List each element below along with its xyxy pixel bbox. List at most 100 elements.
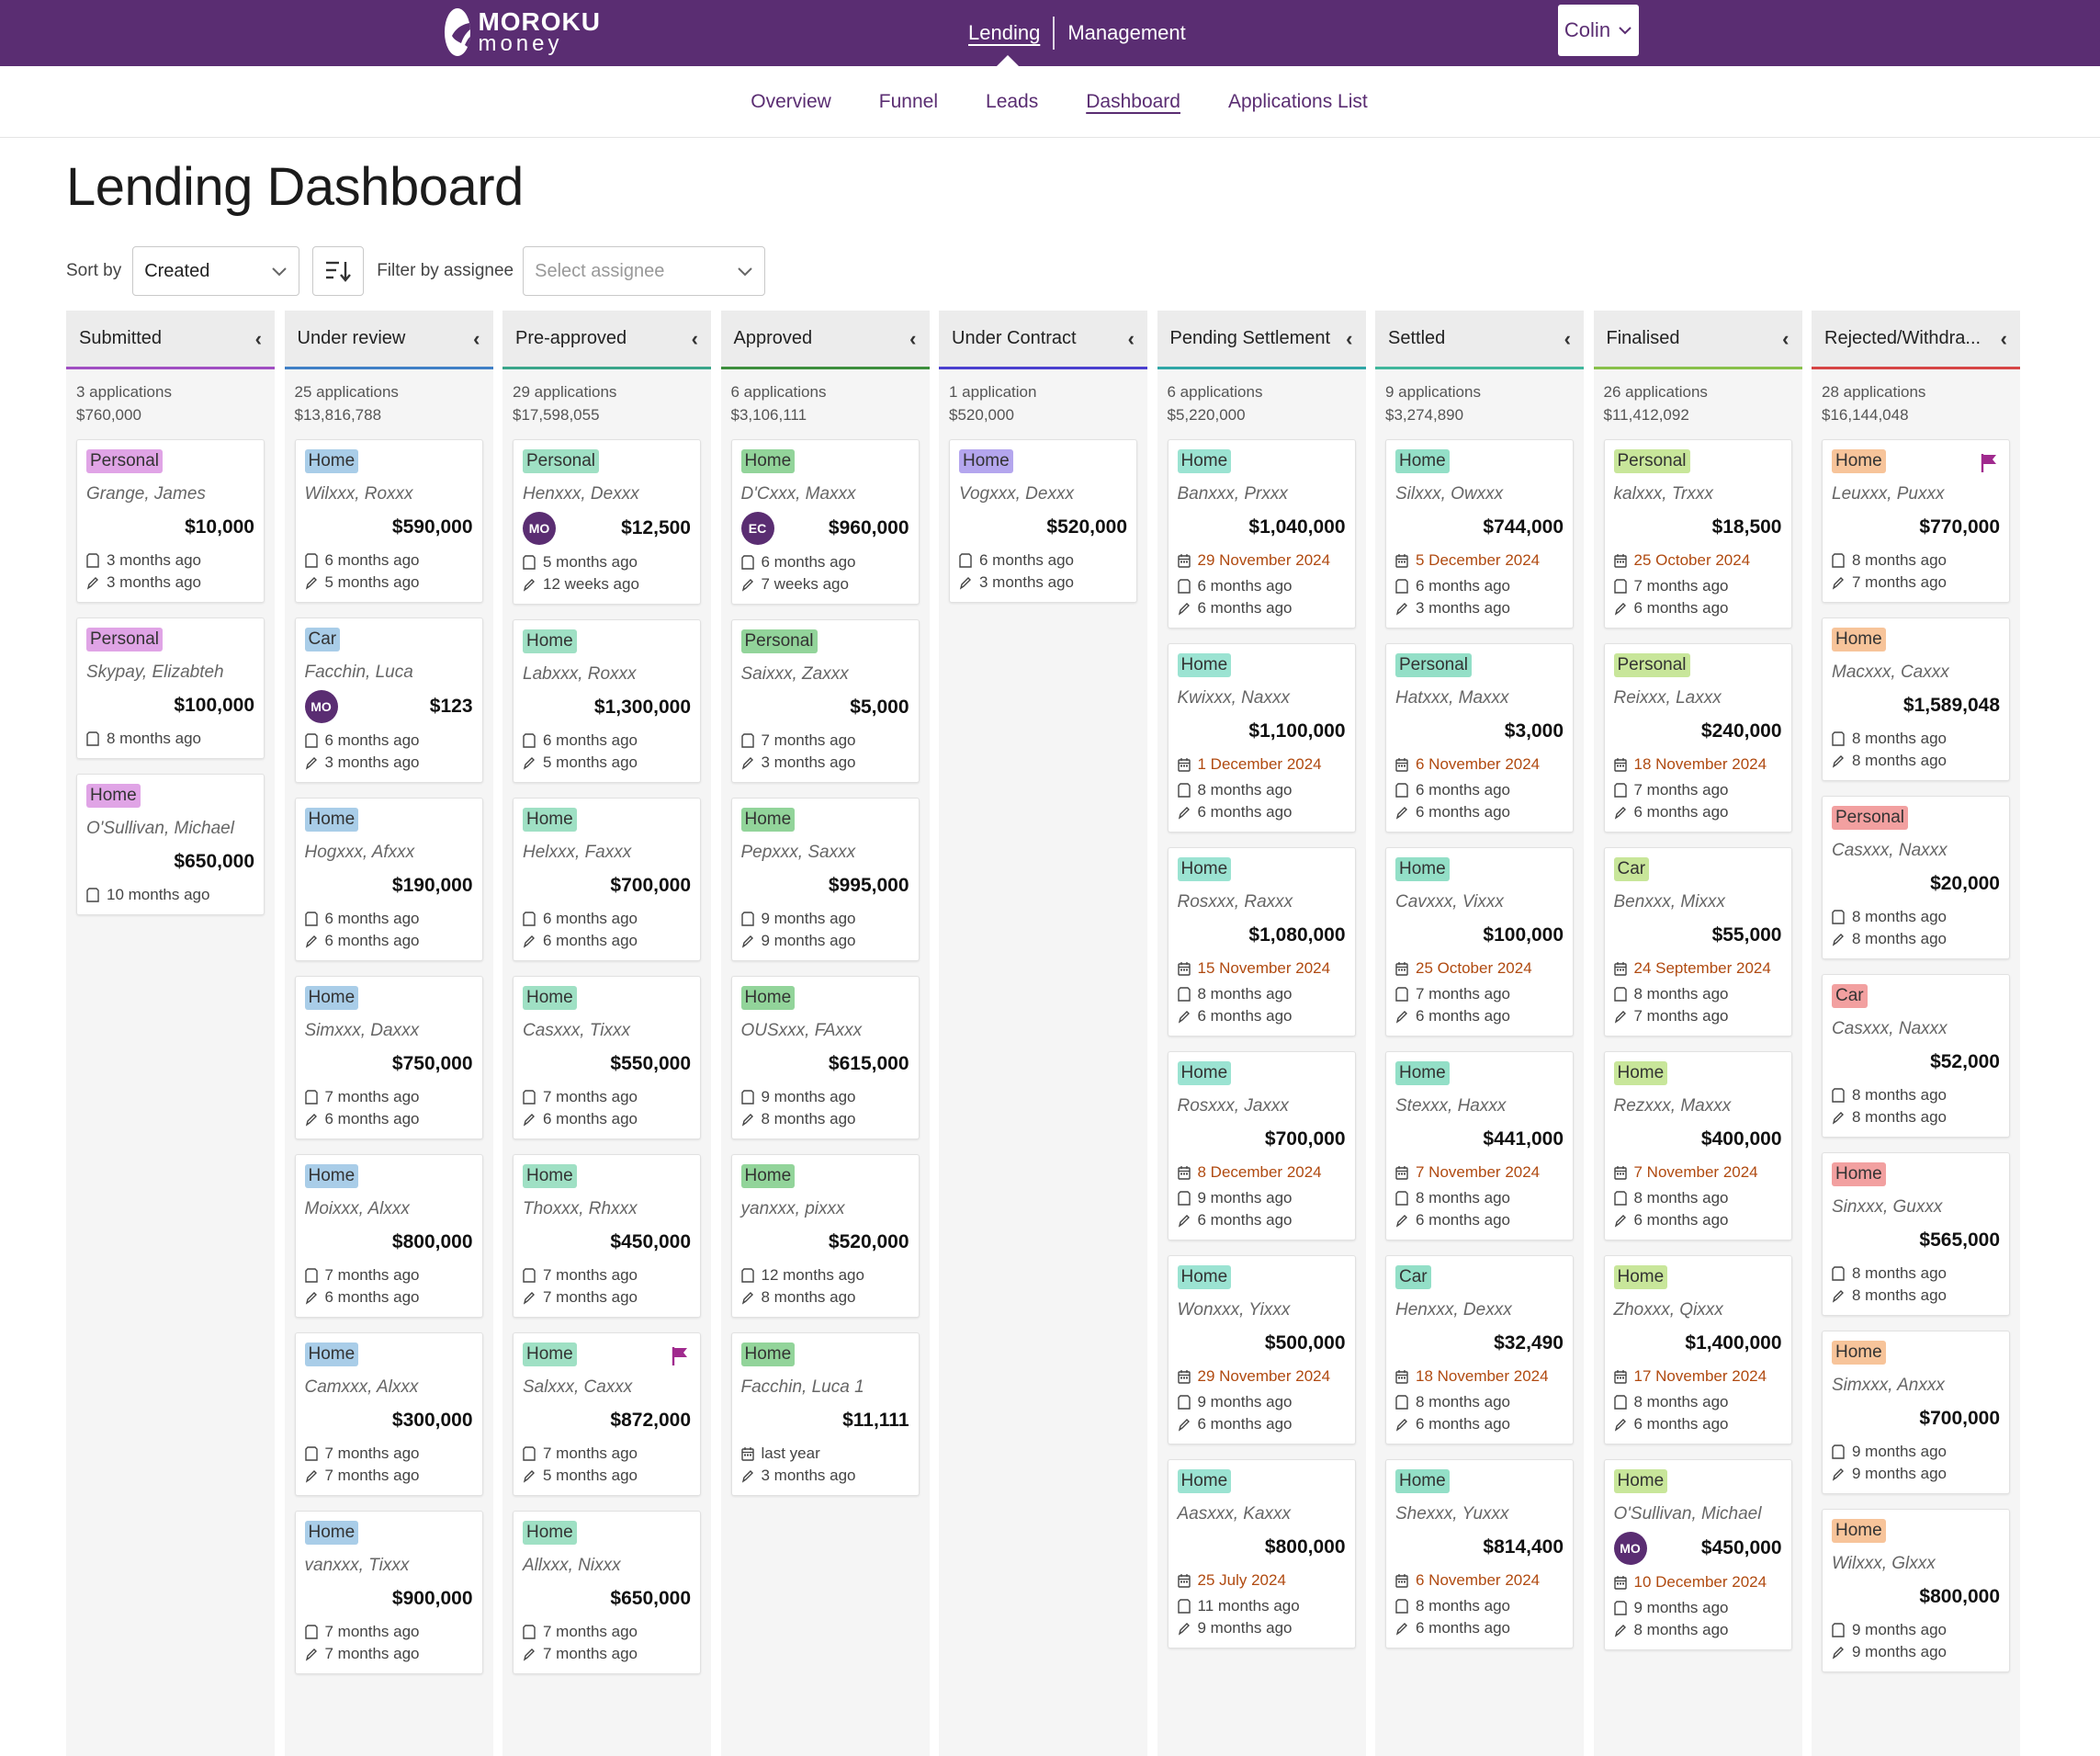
application-card[interactable]: Personal Saixxx, Zaxxx $5,000 7 months ago 3… [730,619,920,783]
user-menu-button[interactable]: Colin [1558,5,1639,56]
application-card[interactable]: Home Salxxx, Caxxx $872,000 7 months ago 5 m… [513,1332,701,1496]
application-card[interactable]: Home Wilxxx, Glxxx $800,000 9 months ago 9 m… [1822,1509,2010,1672]
assignee-avatar[interactable]: MO [304,690,338,723]
collapse-chevron-icon[interactable]: ‹ [2001,327,2007,351]
application-card[interactable]: Home vanxxx, Tixxx $900,000 7 months ago 7 m… [294,1511,483,1674]
edited-time: 8 months ago [1832,929,2000,949]
application-card[interactable]: Personal Hatxxx, Maxxx $3,000 6 November 20… [1385,643,1574,833]
assignee-avatar[interactable]: MO [1613,1532,1647,1565]
application-card[interactable]: Car Casxxx, Naxxx $52,000 8 months ago 8 mon… [1822,974,2010,1138]
application-card[interactable]: Home Allxxx, Nixxx $650,000 7 months ago 7 m… [513,1511,701,1674]
flag-icon[interactable] [1980,453,1998,473]
edited-time-text: 7 months ago [1852,573,1948,591]
assignee-select[interactable]: Select assignee [523,246,766,296]
application-card[interactable]: Home Rosxxx, Jaxxx $700,000 8 December 2024… [1167,1051,1356,1241]
application-card[interactable]: Home Sinxxx, Guxxx $565,000 8 months ago 8 m… [1822,1152,2010,1316]
loan-amount: $10,000 [185,516,254,538]
flag-icon[interactable] [671,1346,689,1366]
subnav-dashboard[interactable]: Dashboard [1086,91,1180,113]
pencil-icon [1395,1419,1407,1432]
nav-management[interactable]: Management [1055,21,1198,45]
application-card[interactable]: Home Rosxxx, Raxxx $1,080,000 15 November 2… [1167,847,1356,1037]
application-card[interactable]: Personal Henxxx, Dexxx MO $12,500 5 months a… [513,439,701,605]
collapse-chevron-icon[interactable]: ‹ [1346,327,1352,351]
amount-row: $500,000 [1178,1328,1346,1359]
column-count: 6 applications [730,383,827,401]
assignee-avatar[interactable]: EC [740,512,774,545]
column-header[interactable]: Under review ‹ [284,311,493,369]
sort-direction-button[interactable] [312,246,365,296]
application-card[interactable]: Home Labxxx, Roxxx $1,300,000 6 months ago 5… [513,619,701,783]
nav-lending[interactable]: Lending [955,21,1053,45]
column-header[interactable]: Rejected/Withdra... ‹ [1812,311,2020,369]
column-header[interactable]: Finalised ‹ [1593,311,1802,369]
application-card[interactable]: Home Leuxxx, Puxxx $770,000 8 months ago 7 m… [1822,439,2010,603]
application-card[interactable]: Home Banxxx, Prxxx $1,040,000 29 November 2… [1167,439,1356,629]
subnav-funnel[interactable]: Funnel [879,91,938,113]
application-card[interactable]: Personal Grange, James $10,000 3 months ago… [76,439,265,603]
application-card[interactable]: Home OUSxxx, FAxxx $615,000 9 months ago 8 m… [730,976,920,1139]
brand-logo[interactable]: MOROKU money [445,6,601,58]
application-card[interactable]: Home Camxxx, Alxxx $300,000 7 months ago 7 m… [294,1332,483,1496]
column-header[interactable]: Submitted ‹ [66,311,275,369]
collapse-chevron-icon[interactable]: ‹ [1564,327,1571,351]
application-card[interactable]: Home Silxxx, Owxxx $744,000 5 December 2024… [1385,439,1574,629]
application-card[interactable]: Home Wilxxx, Roxxx $590,000 6 months ago 5 m… [294,439,483,603]
edited-time-text: 6 months ago [1416,1211,1511,1229]
application-card[interactable]: Car Facchin, Luca MO $123 6 months ago 3 mont… [294,617,483,783]
application-card[interactable]: Personal Casxxx, Naxxx $20,000 8 months ago… [1822,796,2010,959]
application-card[interactable]: Home Macxxx, Caxxx $1,589,048 8 months ago 8… [1822,617,2010,781]
application-card[interactable]: Home Zhoxxx, Qixxx $1,400,000 17 November 2… [1603,1255,1792,1444]
application-card[interactable]: Home Thoxxx, Rhxxx $450,000 7 months ago 7 m… [513,1154,701,1318]
application-card[interactable]: Car Benxxx, Mixxx $55,000 24 September 2024… [1603,847,1792,1037]
collapse-chevron-icon[interactable]: ‹ [255,327,262,351]
application-card[interactable]: Home Cavxxx, Vixxx $100,000 25 October 2024… [1385,847,1574,1037]
application-card[interactable]: Home yanxxx, pixxx $520,000 12 months ago 8 … [730,1154,920,1318]
collapse-chevron-icon[interactable]: ‹ [1782,327,1789,351]
application-card[interactable]: Home Stexxx, Haxxx $441,000 7 November 2024… [1385,1051,1574,1241]
application-card[interactable]: Home Vogxxx, Dexxx $520,000 6 months ago 3 m… [949,439,1137,603]
application-card[interactable]: Home O'Sullivan, Michael MO $450,000 10 Dece… [1603,1459,1792,1650]
collapse-chevron-icon[interactable]: ‹ [909,327,916,351]
column-header[interactable]: Under Contract ‹ [939,311,1147,369]
application-card[interactable]: Home Simxxx, Anxxx $700,000 9 months ago 9 m… [1822,1331,2010,1494]
settlement-date: 18 November 2024 [1395,1366,1564,1387]
collapse-chevron-icon[interactable]: ‹ [1128,327,1135,351]
sort-select[interactable]: Created [132,246,300,296]
collapse-chevron-icon[interactable]: ‹ [692,327,698,351]
application-card[interactable]: Personal Skypay, Elizabteh $100,000 8 month… [76,617,265,759]
application-card[interactable]: Home Moixxx, Alxxx $800,000 7 months ago 6 m… [294,1154,483,1318]
subnav-leads[interactable]: Leads [986,91,1038,113]
application-card[interactable]: Home Hogxxx, Afxxx $190,000 6 months ago 6 m… [294,798,483,961]
subnav-overview[interactable]: Overview [751,91,831,113]
application-card[interactable]: Home O'Sullivan, Michael $650,000 10 months… [76,774,265,915]
application-card[interactable]: Home Shexxx, Yuxxx $814,400 6 November 2024… [1385,1459,1574,1648]
subnav-applications-list[interactable]: Applications List [1228,91,1368,113]
application-card[interactable]: Home Facchin, Luca 1 $11,111 last year 3 mon… [730,1332,920,1496]
applicant-name: Rosxxx, Jaxxx [1177,1096,1289,1116]
amount-row: $520,000 [959,512,1127,543]
collapse-chevron-icon[interactable]: ‹ [473,327,480,351]
applicant-name: Salxxx, Caxxx [523,1377,633,1397]
column-header[interactable]: Pending Settlement ‹ [1157,311,1366,369]
edited-time-text: 8 months ago [1852,1108,1948,1126]
calendar-icon [1613,554,1627,568]
pencil-icon [523,1648,535,1661]
column-header[interactable]: Pre-approved ‹ [502,311,711,369]
column-header[interactable]: Settled ‹ [1375,311,1584,369]
application-card[interactable]: Personal Reixxx, Laxxx $240,000 18 November… [1603,643,1792,833]
application-card[interactable]: Home Rezxxx, Maxxx $400,000 7 November 2024… [1603,1051,1792,1241]
assignee-avatar[interactable]: MO [523,512,556,545]
application-card[interactable]: Car Henxxx, Dexxx $32,490 18 November 2024 8… [1385,1255,1574,1444]
application-card[interactable]: Home Casxxx, Tixxx $550,000 7 months ago 6 m… [513,976,701,1139]
application-card[interactable]: Home Helxxx, Faxxx $700,000 6 months ago 6 m… [513,798,701,961]
application-card[interactable]: Home Kwixxx, Naxxx $1,100,000 1 December 20… [1167,643,1356,833]
application-card[interactable]: Home Simxxx, Daxxx $750,000 7 months ago 6 m… [294,976,483,1139]
application-card[interactable]: Home D'Cxxx, Maxxx EC $960,000 6 months ago 7… [730,439,920,605]
filter-label: Filter by assignee [377,261,514,280]
application-card[interactable]: Home Aasxxx, Kaxxx $800,000 25 July 2024 11 … [1167,1459,1356,1648]
application-card[interactable]: Home Wonxxx, Yixxx $500,000 29 November 202… [1167,1255,1356,1444]
application-card[interactable]: Personal kalxxx, Trxxx $18,500 25 October 2… [1603,439,1792,629]
application-card[interactable]: Home Pepxxx, Saxxx $995,000 9 months ago 9 m… [730,798,920,961]
column-header[interactable]: Approved ‹ [720,311,930,369]
